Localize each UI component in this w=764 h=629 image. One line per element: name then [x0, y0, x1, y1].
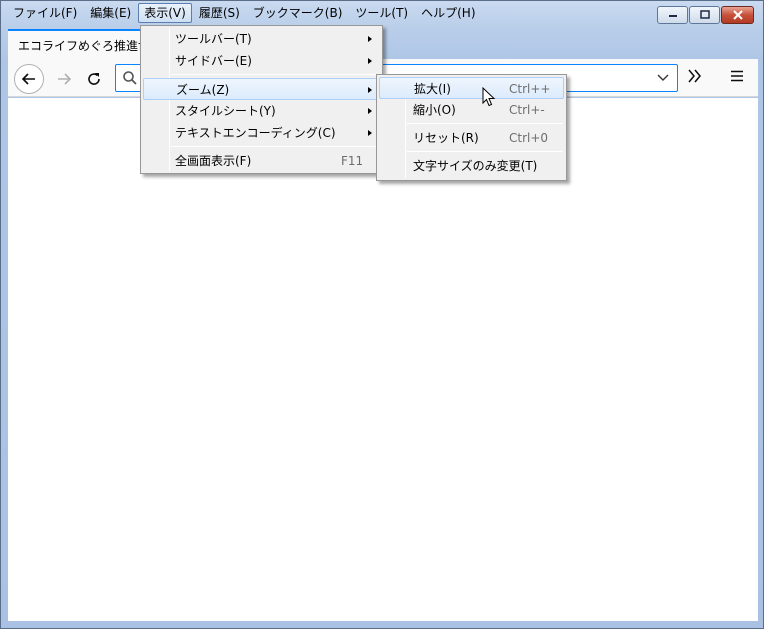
submenu-arrow-icon	[368, 87, 372, 93]
view-menu-stylesheet[interactable]: スタイルシート(Y)	[143, 100, 380, 122]
menu-item-label: ツールバー(T)	[175, 32, 252, 46]
window-controls	[656, 6, 754, 24]
search-icon	[123, 71, 137, 85]
view-menu-text-encoding[interactable]: テキストエンコーディング(C)	[143, 122, 380, 144]
menu-item-label: テキストエンコーディング(C)	[175, 126, 336, 140]
menu-item-label: サイドバー(E)	[175, 54, 252, 68]
menu-separator	[407, 123, 563, 124]
view-menu-toolbars[interactable]: ツールバー(T)	[143, 28, 380, 50]
menu-item-label: 縮小(O)	[413, 103, 456, 117]
minimize-icon	[668, 15, 677, 17]
menu-item-label: 全画面表示(F)	[175, 154, 252, 168]
submenu-arrow-icon	[368, 36, 372, 42]
close-icon	[732, 10, 743, 20]
mouse-cursor-icon	[482, 87, 496, 107]
double-chevron-icon[interactable]	[687, 69, 703, 83]
zoom-out-item[interactable]: 縮小(O) Ctrl+-	[379, 99, 564, 121]
menu-shortcut: Ctrl+0	[509, 131, 549, 145]
menu-shortcut: Ctrl++	[509, 82, 551, 96]
zoom-in-item[interactable]: 拡大(I) Ctrl++	[379, 77, 564, 99]
browser-tab[interactable]: エコライフめぐろ推進協会	[8, 29, 158, 61]
maximize-button[interactable]	[689, 6, 720, 24]
menu-shortcut: F11	[341, 154, 364, 168]
forward-arrow-icon	[58, 73, 72, 85]
menu-separator	[171, 146, 379, 147]
view-menu-fullscreen[interactable]: 全画面表示(F) F11	[143, 150, 380, 172]
menu-bar: ファイル(F) 編集(E) 表示(V) 履歴(S) ブックマーク(B) ツール(…	[7, 2, 483, 24]
view-menu-sidebar[interactable]: サイドバー(E)	[143, 50, 380, 72]
forward-button[interactable]	[49, 64, 79, 94]
hamburger-icon[interactable]	[730, 70, 744, 82]
menu-edit[interactable]: 編集(E)	[84, 3, 137, 23]
menu-separator	[171, 74, 379, 75]
menu-item-label: 拡大(I)	[414, 82, 451, 96]
menu-bookmarks[interactable]: ブックマーク(B)	[247, 3, 349, 23]
menu-shortcut: Ctrl+-	[509, 103, 545, 117]
tab-strip: エコライフめぐろ推進協会	[8, 27, 758, 61]
restore-icon	[699, 10, 710, 19]
zoom-submenu-popup: 拡大(I) Ctrl++ 縮小(O) Ctrl+- リセット(R) Ctrl+0…	[376, 74, 567, 181]
view-menu-zoom[interactable]: ズーム(Z)	[143, 78, 380, 100]
reload-button[interactable]	[79, 64, 109, 94]
back-arrow-icon	[21, 73, 35, 85]
menu-item-label: リセット(R)	[413, 131, 479, 145]
menu-history[interactable]: 履歴(S)	[193, 3, 246, 23]
submenu-arrow-icon	[368, 130, 372, 136]
browser-window: ファイル(F) 編集(E) 表示(V) 履歴(S) ブックマーク(B) ツール(…	[0, 0, 764, 629]
back-button[interactable]	[14, 64, 44, 94]
submenu-arrow-icon	[368, 108, 372, 114]
minimize-button[interactable]	[657, 6, 688, 24]
menu-help[interactable]: ヘルプ(H)	[415, 3, 481, 23]
zoom-reset-item[interactable]: リセット(R) Ctrl+0	[379, 127, 564, 149]
view-menu-popup: ツールバー(T) サイドバー(E) ズーム(Z) スタイルシート(Y) テキスト…	[140, 25, 383, 174]
menu-tools[interactable]: ツール(T)	[349, 3, 414, 23]
menu-item-label: スタイルシート(Y)	[175, 104, 276, 118]
submenu-arrow-icon	[368, 58, 372, 64]
menu-view[interactable]: 表示(V)	[138, 3, 192, 23]
close-window-button[interactable]	[721, 6, 754, 24]
menu-item-label: ズーム(Z)	[176, 83, 230, 97]
reload-icon	[88, 73, 100, 85]
menu-separator	[407, 151, 563, 152]
zoom-text-only-item[interactable]: 文字サイズのみ変更(T)	[379, 155, 564, 177]
chevron-down-icon[interactable]	[657, 74, 669, 82]
menu-file[interactable]: ファイル(F)	[7, 3, 83, 23]
menu-item-label: 文字サイズのみ変更(T)	[413, 159, 538, 173]
